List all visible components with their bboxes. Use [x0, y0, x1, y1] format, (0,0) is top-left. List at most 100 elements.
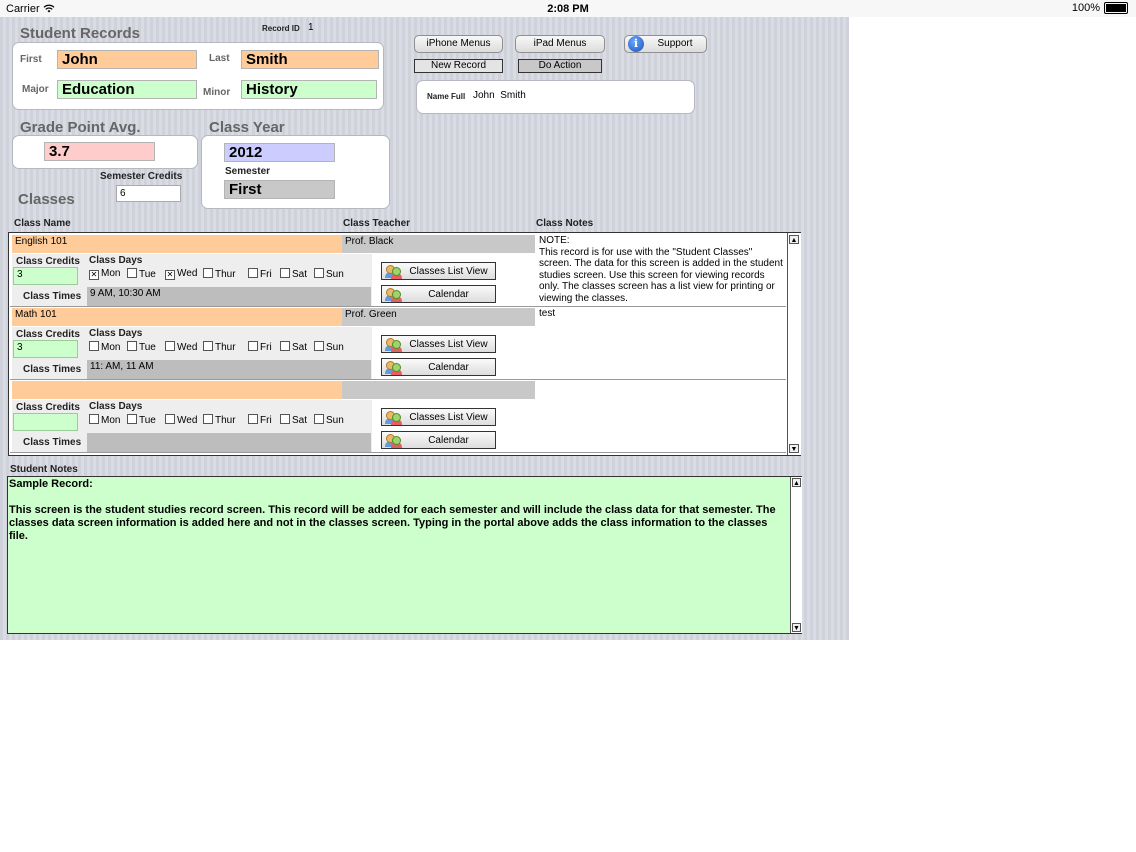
class-times-field[interactable]: [87, 433, 371, 452]
checkbox-icon: [89, 341, 99, 351]
notes-scrollbar[interactable]: ▲ ▼: [790, 477, 802, 633]
checkbox-icon: ✕: [89, 270, 99, 280]
class-notes-field[interactable]: NOTE: This record is for use with the "S…: [536, 234, 786, 306]
class-notes-field[interactable]: test: [536, 307, 786, 379]
class-name-field[interactable]: English 101: [12, 235, 342, 253]
classes-list-view-button[interactable]: Classes List View: [381, 335, 496, 353]
day-checkbox-thur[interactable]: Thur: [203, 341, 248, 353]
calendar-button[interactable]: Calendar: [381, 285, 496, 303]
day-checkbox-sat[interactable]: Sat: [280, 268, 314, 280]
day-checkbox-wed[interactable]: ✕ Wed: [165, 268, 203, 280]
classes-portal[interactable]: English 101 Prof. Black NOTE: This record …: [8, 232, 801, 456]
day-checkbox-mon[interactable]: ✕ Mon: [89, 268, 127, 280]
student-notes-text: Sample Record: This screen is the studen…: [9, 478, 785, 543]
minor-field[interactable]: History: [241, 80, 377, 99]
class-row: Class Credits Class Days Mon Tue Wed Thur Fri S…: [10, 380, 786, 453]
day-checkbox-tue[interactable]: Tue: [127, 268, 165, 280]
day-label: Tue: [139, 342, 156, 353]
semester-field[interactable]: First: [224, 180, 335, 199]
iphone-menus-button[interactable]: iPhone Menus: [414, 35, 503, 53]
class-times-label: Class Times: [23, 364, 82, 375]
first-name-field[interactable]: John: [57, 50, 197, 69]
class-days-label: Class Days: [89, 401, 143, 412]
student-notes-title: Sample Record:: [9, 478, 93, 490]
classes-list-view-button[interactable]: Classes List View: [381, 262, 496, 280]
status-bar: Carrier 2:08 PM 100%: [0, 0, 1136, 17]
semester-credits-field[interactable]: 6: [116, 185, 181, 202]
day-checkbox-sat[interactable]: Sat: [280, 414, 314, 426]
calendar-label: Calendar: [428, 288, 469, 300]
calendar-button[interactable]: Calendar: [381, 358, 496, 376]
student-notes-field[interactable]: Sample Record: This screen is the studen…: [7, 476, 802, 634]
day-checkbox-sun[interactable]: Sun: [314, 268, 348, 280]
day-checkbox-fri[interactable]: Fri: [248, 341, 280, 353]
day-checkbox-wed[interactable]: Wed: [165, 414, 203, 426]
last-name-field[interactable]: Smith: [241, 50, 379, 69]
classes-title: Classes: [18, 191, 75, 208]
scroll-down-icon[interactable]: ▼: [789, 444, 799, 453]
major-label: Major: [22, 84, 49, 95]
day-checkbox-mon[interactable]: Mon: [89, 341, 127, 353]
checkbox-icon: [280, 414, 290, 424]
day-checkbox-thur[interactable]: Thur: [203, 414, 248, 426]
day-checkbox-sun[interactable]: Sun: [314, 341, 348, 353]
gpa-field[interactable]: 3.7: [44, 142, 155, 161]
day-label: Sat: [292, 269, 308, 280]
class-credits-field[interactable]: [13, 413, 78, 431]
class-teacher-field[interactable]: [342, 381, 535, 399]
portal-scrollbar[interactable]: ▲ ▼: [787, 233, 801, 455]
class-row: Math 101 Prof. Green test Class Credits 3 Cla…: [10, 307, 786, 380]
class-name-field[interactable]: Math 101: [12, 308, 342, 326]
people-icon: [384, 337, 402, 352]
record-id-value: 1: [308, 22, 314, 33]
scroll-up-icon[interactable]: ▲: [789, 235, 799, 244]
class-credits-field[interactable]: 3: [13, 267, 78, 285]
gpa-title: Grade Point Avg.: [20, 119, 141, 136]
day-checkbox-fri[interactable]: Fri: [248, 268, 280, 280]
calendar-button[interactable]: Calendar: [381, 431, 496, 449]
day-label: Tue: [139, 415, 156, 426]
checkbox-icon: [248, 414, 258, 424]
day-checkbox-thur[interactable]: Thur: [203, 268, 248, 280]
do-action-button[interactable]: Do Action: [518, 59, 602, 73]
day-checkbox-sun[interactable]: Sun: [314, 414, 348, 426]
day-checkbox-sat[interactable]: Sat: [280, 341, 314, 353]
day-checkbox-mon[interactable]: Mon: [89, 414, 127, 426]
day-label: Sat: [292, 415, 308, 426]
class-times-field[interactable]: 9 AM, 10:30 AM: [87, 287, 371, 306]
checkbox-icon: [280, 341, 290, 351]
day-checkbox-fri[interactable]: Fri: [248, 414, 280, 426]
class-teacher-field[interactable]: Prof. Green: [342, 308, 535, 326]
name-full-label: Name Full: [427, 92, 466, 101]
day-checkbox-tue[interactable]: Tue: [127, 341, 165, 353]
class-teacher-field[interactable]: Prof. Black: [342, 235, 535, 253]
day-label: Mon: [101, 415, 121, 426]
class-days-checkboxes: Mon Tue Wed Thur Fri Sat Sun: [89, 414, 348, 426]
ipad-menus-button[interactable]: iPad Menus: [515, 35, 605, 53]
class-times-label: Class Times: [23, 437, 82, 448]
new-record-button[interactable]: New Record: [414, 59, 503, 73]
class-credits-label: Class Credits: [16, 256, 80, 267]
student-info-panel: First John Last Smith Major Education Mi…: [12, 42, 384, 110]
record-id-label: Record ID: [262, 24, 300, 33]
classes-list-view-button[interactable]: Classes List View: [381, 408, 496, 426]
notes-scroll-down-icon[interactable]: ▼: [792, 623, 801, 632]
checkbox-icon: [127, 341, 137, 351]
day-checkbox-wed[interactable]: Wed: [165, 341, 203, 353]
support-button-label: Support: [657, 38, 693, 49]
class-name-field[interactable]: [12, 381, 342, 399]
support-button[interactable]: i Support: [624, 35, 707, 53]
class-year-field[interactable]: 2012: [224, 143, 335, 162]
class-notes-field[interactable]: [536, 380, 786, 452]
class-times-field[interactable]: 11: AM, 11 AM: [87, 360, 371, 379]
major-field[interactable]: Education: [57, 80, 197, 99]
checkbox-icon: [203, 341, 213, 351]
day-checkbox-tue[interactable]: Tue: [127, 414, 165, 426]
day-label: Fri: [260, 269, 272, 280]
class-credits-field[interactable]: 3: [13, 340, 78, 358]
checkbox-icon: [127, 414, 137, 424]
class-credits-label: Class Credits: [16, 329, 80, 340]
notes-scroll-up-icon[interactable]: ▲: [792, 478, 801, 487]
checkbox-icon: [203, 414, 213, 424]
day-label: Fri: [260, 342, 272, 353]
